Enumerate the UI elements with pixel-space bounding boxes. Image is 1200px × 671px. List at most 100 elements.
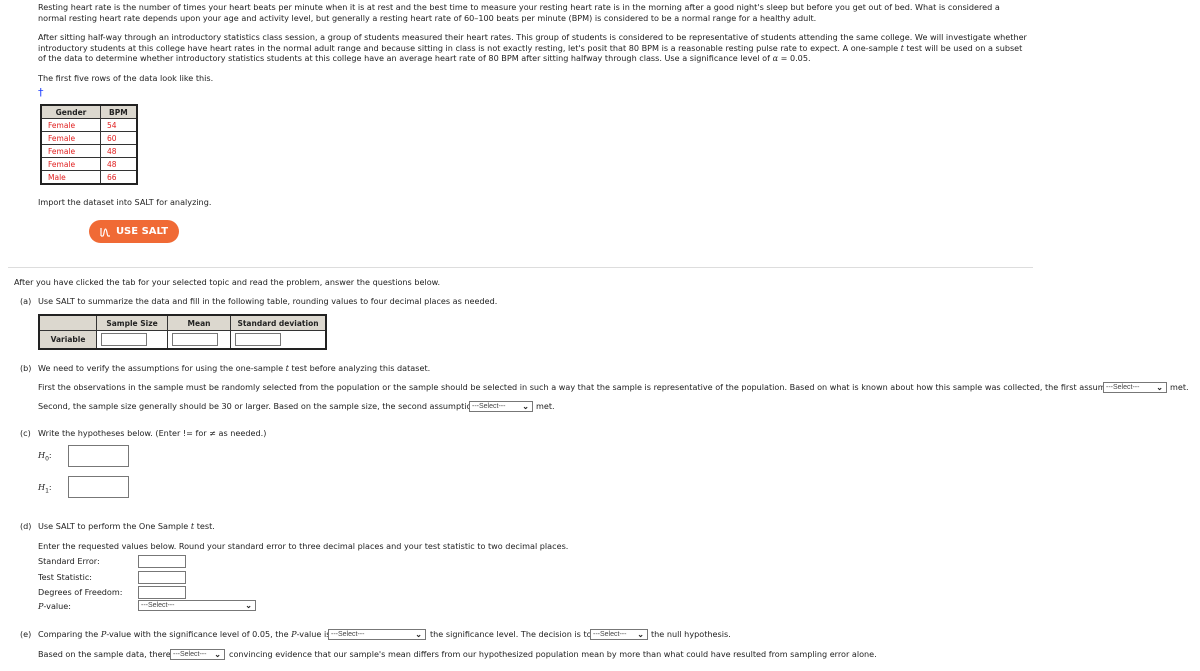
select-value: ---Select--- xyxy=(331,631,365,638)
text: test. xyxy=(194,521,215,531)
row-label-variable: Variable xyxy=(38,330,97,350)
test-statistic-label: Test Statistic: xyxy=(38,572,93,582)
cell xyxy=(96,330,168,350)
text: Use SALT to perform the One Sample xyxy=(38,521,191,531)
degrees-of-freedom-label: Degrees of Freedom: xyxy=(38,587,123,597)
intro-paragraph-2: After sitting half-way through an introd… xyxy=(38,32,1028,64)
instructions: After you have clicked the tab for your … xyxy=(14,277,441,287)
part-a-label: (a) xyxy=(20,296,32,306)
text: -value: xyxy=(43,601,71,611)
cell-gender: Female xyxy=(40,144,101,158)
cell xyxy=(230,330,327,350)
text: -value with the significance level of 0.… xyxy=(106,629,292,639)
chevron-down-icon: ⌄ xyxy=(1156,383,1163,392)
select-value: ---Select--- xyxy=(593,631,627,638)
p-value-comparison-select[interactable]: ---Select--- ⌄ xyxy=(328,629,426,640)
standard-error-input[interactable] xyxy=(138,555,186,568)
use-salt-label: USE SALT xyxy=(115,226,169,237)
select-value: ---Select--- xyxy=(141,602,175,609)
text: We need to verify the assumptions for us… xyxy=(38,363,286,373)
select-value: ---Select--- xyxy=(1106,384,1140,391)
part-d-enter-text: Enter the requested values below. Round … xyxy=(38,541,569,551)
chevron-down-icon: ⌄ xyxy=(415,630,422,639)
empty-header xyxy=(38,314,97,331)
first-assumption-text: First the observations in the sample mus… xyxy=(38,382,1127,392)
cell-gender: Male xyxy=(40,170,101,185)
table-row: Female 48 xyxy=(40,144,138,158)
cell-bpm: 66 xyxy=(99,170,138,185)
degrees-of-freedom-input[interactable] xyxy=(138,586,186,599)
cell-gender: Female xyxy=(40,157,101,171)
table-row: Female 60 xyxy=(40,131,138,145)
cell-bpm: 48 xyxy=(99,144,138,158)
import-text: Import the dataset into SALT for analyzi… xyxy=(38,197,212,207)
test-statistic-input[interactable] xyxy=(138,571,186,584)
first-assumption-select[interactable]: ---Select--- ⌄ xyxy=(1103,382,1167,393)
second-assumption-text: Second, the sample size generally should… xyxy=(38,401,477,411)
h-symbol: H xyxy=(38,482,46,492)
data-preview-table: Gender BPM Female 54 Female 60 Female 48 Fem… xyxy=(40,104,138,185)
cell-bpm: 54 xyxy=(99,118,138,132)
h1-label: H1: xyxy=(38,482,52,497)
cell-gender: Female xyxy=(40,118,101,132)
table-row: Female 48 xyxy=(40,157,138,171)
p-value-select[interactable]: ---Select--- ⌄ xyxy=(138,600,256,611)
select-value: ---Select--- xyxy=(173,651,207,658)
text: Comparing the xyxy=(38,629,101,639)
dagger-footnote-link[interactable]: † xyxy=(38,86,44,99)
use-salt-button[interactable]: USE SALT xyxy=(89,220,179,243)
text: -value is xyxy=(296,629,331,639)
conclusion-text-b: convincing evidence that our sample's me… xyxy=(229,649,877,659)
table-row: Female 54 xyxy=(40,118,138,132)
chevron-down-icon: ⌄ xyxy=(214,650,221,659)
table-row: Male 66 xyxy=(40,170,138,185)
header-gender: Gender xyxy=(40,104,101,119)
p-value-label: P-value: xyxy=(38,601,71,612)
conclusion-text-a: Based on the sample data, there xyxy=(38,649,171,659)
chevron-down-icon: ⌄ xyxy=(637,630,644,639)
header-bpm: BPM xyxy=(99,104,138,119)
std-dev-input[interactable] xyxy=(235,333,281,346)
second-assumption-select[interactable]: ---Select--- ⌄ xyxy=(469,401,533,412)
header-std-dev: Standard deviation xyxy=(230,314,327,331)
standard-error-label: Standard Error: xyxy=(38,556,100,566)
cell-bpm: 60 xyxy=(99,131,138,145)
cell-gender: Female xyxy=(40,131,101,145)
intro-paragraph-3: The first five rows of the data look lik… xyxy=(38,73,214,83)
part-e-text: Comparing the P-value with the significa… xyxy=(38,629,330,640)
summary-table: Sample Size Mean Standard deviation Variab… xyxy=(38,314,327,350)
h1-input[interactable] xyxy=(68,476,129,498)
evidence-select[interactable]: ---Select--- ⌄ xyxy=(170,649,225,660)
null-hypothesis-text: the null hypothesis. xyxy=(651,629,731,639)
part-b-text: We need to verify the assumptions for us… xyxy=(38,363,430,374)
part-c-text: Write the hypotheses below. (Enter != fo… xyxy=(38,428,267,438)
cell xyxy=(167,330,231,350)
sample-size-input[interactable] xyxy=(101,333,147,346)
h-symbol: H xyxy=(38,450,46,460)
part-d-label: (d) xyxy=(20,521,32,531)
text: = 0.05. xyxy=(778,53,811,63)
distribution-icon xyxy=(100,227,110,237)
met-text: met. xyxy=(536,401,555,411)
header-mean: Mean xyxy=(167,314,231,331)
colon: : xyxy=(48,450,52,460)
intro-paragraph-1: Resting heart rate is the number of time… xyxy=(38,2,1000,23)
part-a-text: Use SALT to summarize the data and fill … xyxy=(38,296,498,306)
chevron-down-icon: ⌄ xyxy=(522,402,529,411)
select-value: ---Select--- xyxy=(472,403,506,410)
part-b-label: (b) xyxy=(20,363,32,373)
mean-input[interactable] xyxy=(172,333,218,346)
decision-select[interactable]: ---Select--- ⌄ xyxy=(590,629,648,640)
header-sample-size: Sample Size xyxy=(96,314,168,331)
colon: : xyxy=(48,482,52,492)
decision-text: the significance level. The decision is … xyxy=(430,629,592,639)
h0-label: H0: xyxy=(38,450,52,465)
chevron-down-icon: ⌄ xyxy=(245,601,252,610)
text: test before analyzing this dataset. xyxy=(288,363,431,373)
part-c-label: (c) xyxy=(20,428,31,438)
part-e-label: (e) xyxy=(20,629,32,639)
text: After sitting half-way through an introd… xyxy=(38,32,1027,53)
divider xyxy=(8,267,1033,268)
part-d-text: Use SALT to perform the One Sample t tes… xyxy=(38,521,215,532)
h0-input[interactable] xyxy=(68,445,129,467)
